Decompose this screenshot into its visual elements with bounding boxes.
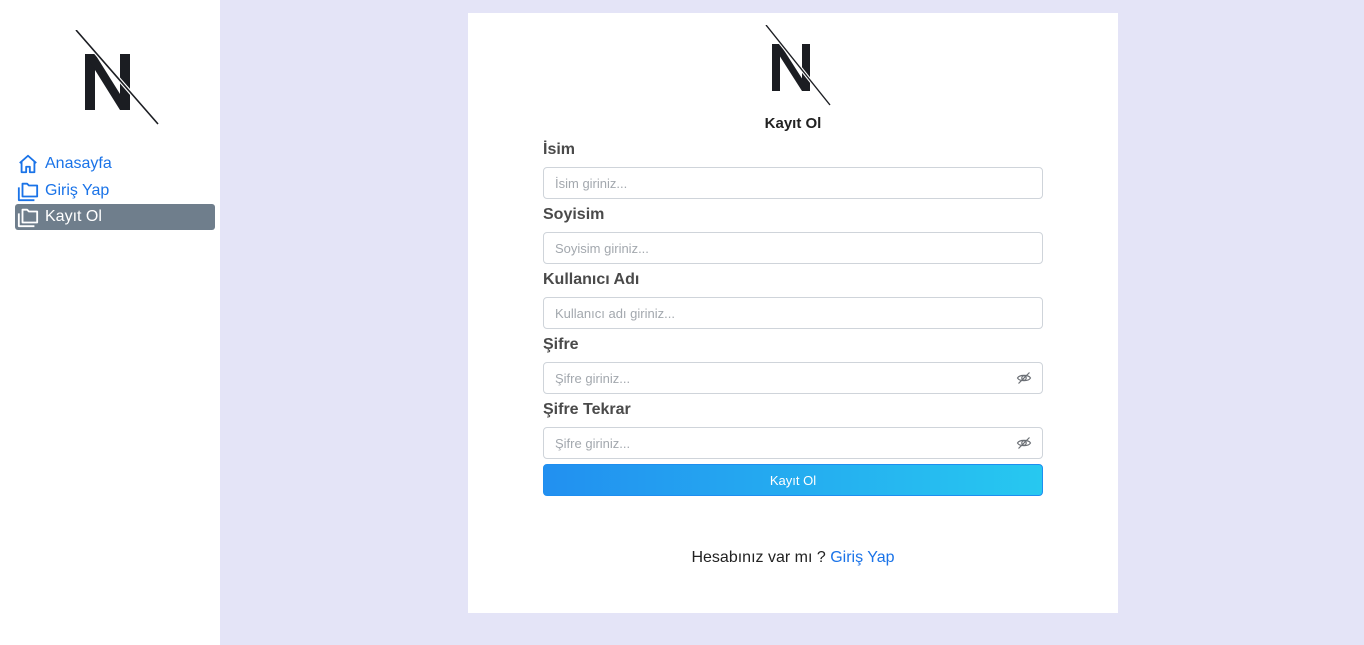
home-icon xyxy=(17,153,39,175)
login-prompt: Hesabınız var mı ? Giriş Yap xyxy=(468,549,1118,567)
username-field-wrap xyxy=(543,297,1043,329)
surname-field-wrap xyxy=(543,232,1043,264)
folders-icon xyxy=(17,180,39,202)
brand-logo[interactable] xyxy=(74,30,160,126)
password-field-wrap xyxy=(543,362,1043,394)
password-label: Şifre xyxy=(543,336,579,353)
brand-logo xyxy=(764,25,832,107)
name-input[interactable] xyxy=(543,167,1043,199)
sidebar: Anasayfa Giriş Yap Kayıt Ol xyxy=(0,0,220,645)
eye-slash-icon[interactable] xyxy=(1016,370,1032,386)
password-repeat-label: Şifre Tekrar xyxy=(543,401,631,418)
sidebar-item-kayit-ol[interactable]: Kayıt Ol xyxy=(15,204,215,230)
name-field-wrap xyxy=(543,167,1043,199)
username-input[interactable] xyxy=(543,297,1043,329)
eye-slash-icon[interactable] xyxy=(1016,435,1032,451)
login-prompt-text: Hesabınız var mı ? xyxy=(691,549,831,566)
page-title: Kayıt Ol xyxy=(764,115,822,132)
name-label: İsim xyxy=(543,141,576,158)
sidebar-item-giris-yap[interactable]: Giriş Yap xyxy=(15,178,215,204)
register-card: Kayıt Ol İsim Soyisim Kullanıcı Adı Şifr… xyxy=(468,13,1118,613)
password-repeat-field-wrap xyxy=(543,427,1043,459)
sidebar-item-label: Giriş Yap xyxy=(45,181,110,199)
sidebar-nav: Anasayfa Giriş Yap Kayıt Ol xyxy=(15,151,215,231)
password-repeat-input[interactable] xyxy=(543,427,1043,459)
username-label: Kullanıcı Adı xyxy=(543,271,640,288)
password-input[interactable] xyxy=(543,362,1043,394)
register-form: İsim Soyisim Kullanıcı Adı Şifre Şifre T… xyxy=(543,141,1043,496)
register-button[interactable]: Kayıt Ol xyxy=(543,464,1043,496)
sidebar-item-label: Kayıt Ol xyxy=(45,208,102,225)
sidebar-item-anasayfa[interactable]: Anasayfa xyxy=(15,151,215,177)
surname-input[interactable] xyxy=(543,232,1043,264)
login-link[interactable]: Giriş Yap xyxy=(830,549,894,566)
surname-label: Soyisim xyxy=(543,206,605,223)
folders-icon xyxy=(17,206,39,228)
sidebar-item-label: Anasayfa xyxy=(45,155,112,172)
